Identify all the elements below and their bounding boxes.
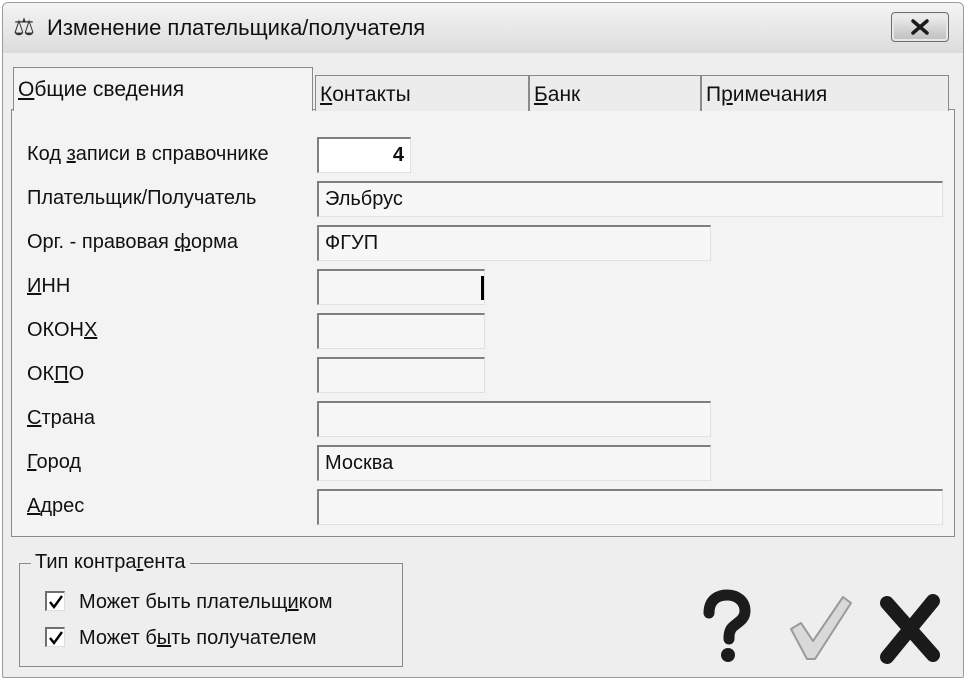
tab-notes[interactable]: Примечания: [701, 75, 949, 111]
app-icon: ⚖: [13, 14, 35, 41]
checkmark-icon: [790, 596, 852, 660]
okonh-field[interactable]: [317, 313, 485, 349]
inn-field[interactable]: [317, 269, 485, 305]
legal-form-field[interactable]: ФГУП: [317, 225, 711, 261]
window-title: Изменение плательщика/получателя: [47, 15, 426, 40]
tab-contacts[interactable]: Контакты: [315, 75, 529, 111]
legal-form-label: Орг. - правовая форма: [27, 231, 238, 253]
record-code-label: Код записи в справочнике: [27, 143, 269, 165]
address-field[interactable]: [317, 489, 943, 525]
payer-label: Плательщик/Получатель: [27, 187, 257, 209]
record-code-field[interactable]: 4: [317, 137, 411, 173]
can-be-payer-checkbox[interactable]: [45, 591, 65, 611]
inn-label: ИНН: [27, 275, 71, 297]
title-bar[interactable]: ⚖ Изменение плательщика/получателя: [3, 3, 963, 53]
check-icon: [49, 631, 63, 645]
close-icon: [911, 19, 929, 35]
help-button[interactable]: [695, 589, 755, 665]
check-icon: [49, 595, 63, 609]
okonh-label: ОКОНХ: [27, 319, 98, 341]
close-button[interactable]: [891, 12, 949, 42]
cancel-button[interactable]: [877, 589, 943, 665]
can-be-receiver-checkbox-row[interactable]: Может быть получателем: [45, 627, 317, 650]
city-label: Город: [27, 451, 82, 473]
payer-field[interactable]: Эльбрус: [317, 181, 943, 217]
can-be-payer-checkbox-row[interactable]: Может быть плательщиком: [45, 591, 332, 614]
tab-general[interactable]: Общие сведения: [13, 67, 313, 111]
country-field[interactable]: [317, 401, 711, 437]
question-mark-icon: [703, 589, 751, 662]
ok-button[interactable]: [785, 589, 855, 665]
counterparty-type-group: [19, 563, 403, 667]
text-cursor: [481, 276, 484, 300]
address-label: Адрес: [27, 495, 85, 517]
okpo-label: ОКПО: [27, 363, 85, 385]
can-be-receiver-checkbox[interactable]: [45, 627, 65, 647]
tab-bank[interactable]: Банк: [529, 75, 701, 111]
country-label: Страна: [27, 407, 96, 429]
dialog-window: ⚖ Изменение плательщика/получателя Общие…: [2, 2, 964, 678]
x-icon: [880, 594, 940, 664]
counterparty-type-title: Тип контрагента: [31, 551, 190, 574]
city-field[interactable]: Москва: [317, 445, 711, 481]
okpo-field[interactable]: [317, 357, 485, 393]
